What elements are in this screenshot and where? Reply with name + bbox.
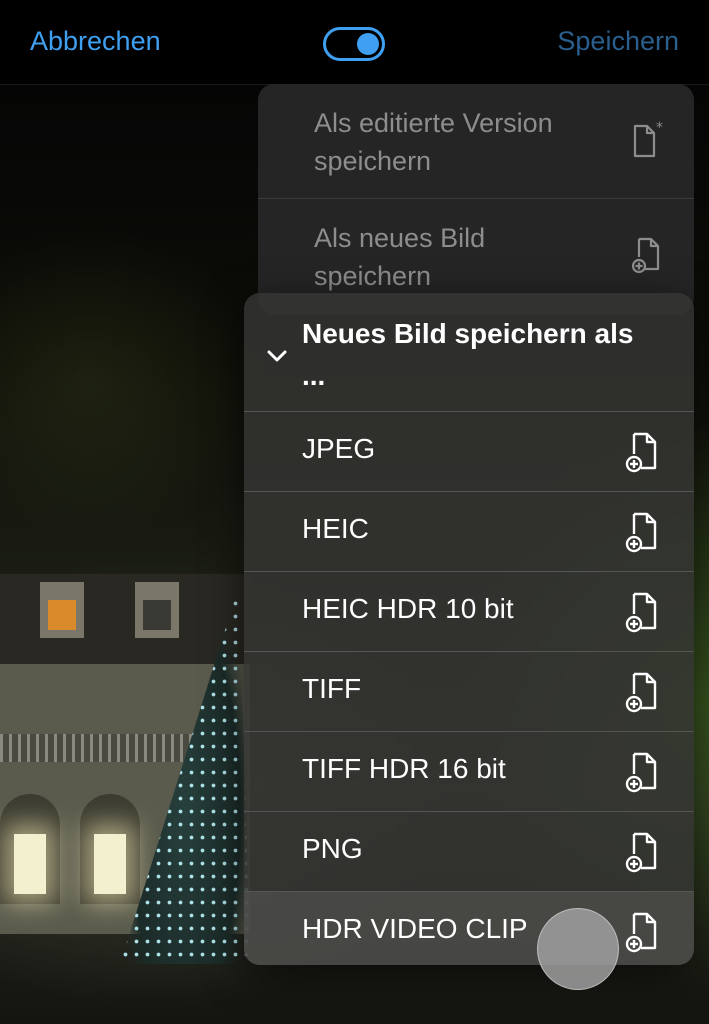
format-option-tiff-hdr[interactable]: TIFF HDR 16 bit [244,732,694,812]
cancel-button[interactable]: Abbrechen [30,26,161,57]
format-option-png[interactable]: PNG [244,812,694,892]
format-label: TIFF [302,673,362,704]
save-options-menu: Als editierte Version speichern * Als ne… [258,84,694,314]
format-option-heic[interactable]: HEIC [244,492,694,572]
format-submenu: Neues Bild speichern als ... JPEG HEIC H… [244,293,694,965]
format-label: HDR VIDEO CLIP [302,913,528,944]
svg-text:*: * [656,120,663,136]
menu-item-save-edited[interactable]: Als editierte Version speichern * [258,84,694,199]
format-option-jpeg[interactable]: JPEG [244,412,694,492]
submenu-header[interactable]: Neues Bild speichern als ... [244,293,694,412]
document-add-icon [625,672,657,713]
format-label: HEIC [302,513,369,544]
format-label: TIFF HDR 16 bit [302,753,506,784]
document-edited-icon: * [633,120,663,158]
menu-item-label: Als neues Bild speichern [314,223,486,291]
format-label: JPEG [302,433,376,464]
format-option-heic-hdr[interactable]: HEIC HDR 10 bit [244,572,694,652]
format-label: HEIC HDR 10 bit [302,593,514,624]
format-option-tiff[interactable]: TIFF [244,652,694,732]
format-option-hdr-video-clip[interactable]: HDR VIDEO CLIP [244,892,694,965]
top-bar: Abbrechen Speichern [0,0,709,85]
format-label: PNG [302,833,363,864]
menu-item-label: Als editierte Version speichern [314,108,553,176]
document-add-icon [632,237,660,274]
document-add-icon [625,432,657,473]
toggle-switch[interactable] [323,27,385,61]
document-add-icon [625,912,657,953]
document-add-icon [625,592,657,633]
document-add-icon [625,832,657,873]
document-add-icon [625,512,657,553]
touch-indicator [537,908,619,990]
toggle-knob [357,33,379,55]
save-button[interactable]: Speichern [557,26,679,57]
document-add-icon [625,752,657,793]
chevron-down-icon [267,350,287,362]
submenu-title: Neues Bild speichern als ... [302,318,634,391]
